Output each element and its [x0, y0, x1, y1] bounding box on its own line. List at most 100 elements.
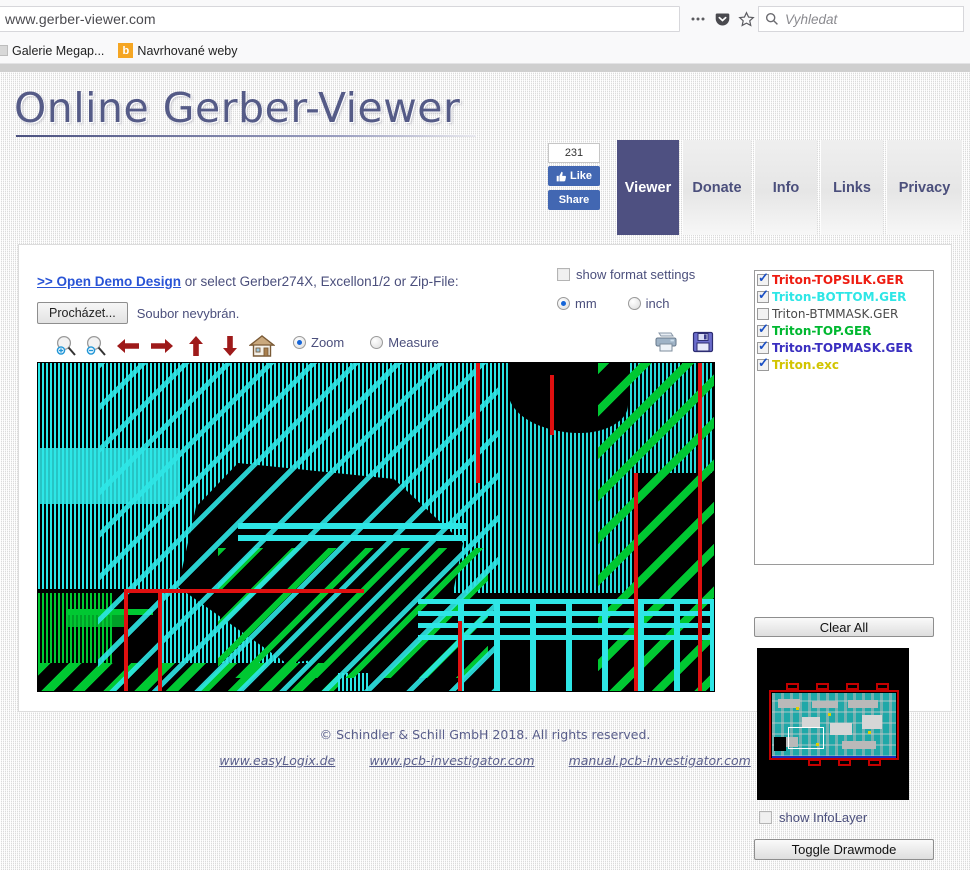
bing-favicon-icon: b: [118, 43, 134, 58]
browser-toolbar: www.gerber-viewer.com Vyhledat: [0, 0, 970, 38]
layer-checkbox[interactable]: [757, 356, 769, 371]
zoom-in-icon[interactable]: [51, 333, 81, 359]
title-underline: [16, 135, 476, 137]
footer-link-pcb-investigator[interactable]: www.pcb-investigator.com: [369, 753, 534, 768]
mode-radio-measure[interactable]: [370, 336, 384, 349]
unit-label-mm: mm: [575, 296, 597, 311]
layer-row[interactable]: Triton-BTMMASK.GER: [755, 305, 933, 322]
layer-row[interactable]: Triton-TOP.GER: [755, 322, 933, 339]
gerber-canvas[interactable]: D1 RE1 MAX3 C40 C52 Q1 R1 U5 U1 www.gerb…: [37, 362, 715, 692]
show-infolayer-row[interactable]: show InfoLayer: [759, 810, 867, 825]
facebook-share-button[interactable]: Share: [548, 190, 600, 210]
open-hint-text: or select Gerber274X, Excellon1/2 or Zip…: [181, 274, 459, 289]
nav-tab-label: Info: [772, 179, 800, 196]
nav-tab-privacy[interactable]: Privacy: [887, 140, 962, 235]
footer-link-easylogix[interactable]: www.easyLogix.de: [219, 753, 335, 768]
show-format-settings-row[interactable]: show format settings: [557, 267, 696, 282]
nav-tab-label: Privacy: [898, 179, 951, 196]
floppy-save-icon[interactable]: [692, 331, 714, 358]
layer-checkbox[interactable]: [757, 308, 769, 320]
show-format-settings-label: show format settings: [576, 267, 696, 282]
pcb-render: D1 RE1 MAX3 C40 C52 Q1 R1 U5 U1 www.gerb…: [38, 363, 714, 691]
show-infolayer-checkbox[interactable]: [759, 811, 772, 824]
unit-label-inch: inch: [645, 296, 670, 311]
search-input[interactable]: Vyhledat: [758, 6, 964, 32]
layer-checkbox[interactable]: [757, 271, 769, 286]
facebook-like-label: Like: [569, 170, 592, 182]
layer-list[interactable]: Triton-TOPSILK.GER Triton-BOTTOM.GER Tri…: [754, 270, 934, 565]
file-status-label: Soubor nevybrán.: [136, 305, 240, 321]
arrow-down-icon[interactable]: [213, 333, 247, 359]
browser-chrome: www.gerber-viewer.com Vyhledat Galerie M…: [0, 0, 970, 72]
zoom-out-icon[interactable]: [81, 333, 111, 359]
unit-radio-inch[interactable]: [627, 297, 641, 310]
nav-tab-label: Viewer: [624, 179, 672, 196]
clear-all-button[interactable]: Clear All: [754, 617, 934, 637]
generic-favicon-icon: [0, 45, 8, 56]
site-header: Online Gerber-Viewer 231 Like Share View…: [0, 72, 970, 235]
layer-row[interactable]: Triton.exc: [755, 356, 933, 373]
site-footer: © Schindler & Schill GmbH 2018. All righ…: [0, 727, 970, 768]
facebook-like-button[interactable]: Like: [548, 166, 600, 186]
pocket-icon[interactable]: [710, 7, 734, 31]
url-text: www.gerber-viewer.com: [5, 11, 156, 27]
format-settings-block: show format settings mm inch: [557, 267, 696, 311]
facebook-share-label: Share: [558, 194, 590, 206]
ellipsis-icon[interactable]: [686, 7, 710, 31]
layer-row[interactable]: Triton-TOPMASK.GER: [755, 339, 933, 356]
arrow-up-icon[interactable]: [179, 333, 213, 359]
layer-checkbox[interactable]: [757, 322, 769, 337]
bookmark-label: Navrhované weby: [137, 43, 238, 58]
layer-label: Triton-BOTTOM.GER: [772, 290, 907, 304]
nav-tab-info[interactable]: Info: [755, 140, 817, 235]
printer-icon[interactable]: [654, 331, 678, 358]
chrome-separator: [0, 64, 970, 72]
footer-links: www.easyLogix.de www.pcb-investigator.co…: [0, 753, 970, 768]
show-infolayer-label: show InfoLayer: [779, 810, 868, 825]
layer-label: Triton-BTMMASK.GER: [772, 307, 899, 321]
nav-tab-label: Donate: [692, 179, 742, 196]
mode-radio-group: Zoom Measure: [293, 335, 465, 350]
facebook-like-count: 231: [548, 143, 600, 163]
bookmarks-bar: Galerie Megap... b Navrhované weby: [0, 38, 970, 64]
unit-radio-group: mm inch: [557, 296, 696, 311]
mode-label-zoom: Zoom: [311, 335, 345, 350]
bookmark-item-gallery[interactable]: Galerie Megap...: [0, 42, 111, 60]
open-design-row: >> Open Demo Design or select Gerber274X…: [37, 274, 459, 289]
footer-link-manual[interactable]: manual.pcb-investigator.com: [569, 753, 751, 768]
navigator-thumbnail[interactable]: [757, 648, 909, 800]
nav-tab-donate[interactable]: Donate: [683, 140, 751, 235]
star-icon[interactable]: [734, 7, 758, 31]
viewer-panel: >> Open Demo Design or select Gerber274X…: [18, 244, 952, 860]
layer-checkbox[interactable]: [757, 339, 769, 354]
layer-row[interactable]: Triton-TOPSILK.GER: [755, 271, 933, 288]
thumbs-up-icon: [556, 171, 566, 181]
open-demo-design-link[interactable]: >> Open Demo Design: [37, 274, 181, 289]
show-format-settings-checkbox[interactable]: [557, 268, 570, 281]
page-title: Online Gerber-Viewer: [14, 84, 461, 132]
nav-tab-label: Links: [833, 179, 871, 196]
layer-label: Triton-TOPMASK.GER: [772, 341, 913, 355]
layer-label: Triton-TOPSILK.GER: [772, 273, 904, 287]
bookmark-item-suggested[interactable]: b Navrhované weby: [111, 41, 244, 60]
unit-radio-mm[interactable]: [557, 297, 570, 310]
bookmark-label: Galerie Megap...: [12, 43, 105, 58]
home-icon[interactable]: [247, 333, 277, 359]
export-buttons: [654, 331, 714, 358]
browse-button[interactable]: Procházet...: [37, 302, 128, 324]
nav-tab-links[interactable]: Links: [821, 140, 883, 235]
url-bar[interactable]: www.gerber-viewer.com: [0, 6, 680, 32]
viewer-toolbar: [51, 333, 277, 359]
nav-tab-viewer[interactable]: Viewer: [617, 140, 679, 235]
mode-radio-zoom[interactable]: [293, 336, 306, 349]
toggle-drawmode-button[interactable]: Toggle Drawmode: [754, 839, 934, 860]
layer-label: Triton.exc: [772, 358, 839, 372]
file-picker-row: Procházet... Soubor nevybrán.: [37, 302, 239, 324]
layer-row[interactable]: Triton-BOTTOM.GER: [755, 288, 933, 305]
arrow-left-icon[interactable]: [111, 333, 145, 359]
layer-checkbox[interactable]: [757, 288, 769, 303]
page-body: Online Gerber-Viewer 231 Like Share View…: [0, 72, 970, 870]
arrow-right-icon[interactable]: [145, 333, 179, 359]
search-icon: [765, 12, 778, 25]
layer-label: Triton-TOP.GER: [772, 324, 872, 338]
